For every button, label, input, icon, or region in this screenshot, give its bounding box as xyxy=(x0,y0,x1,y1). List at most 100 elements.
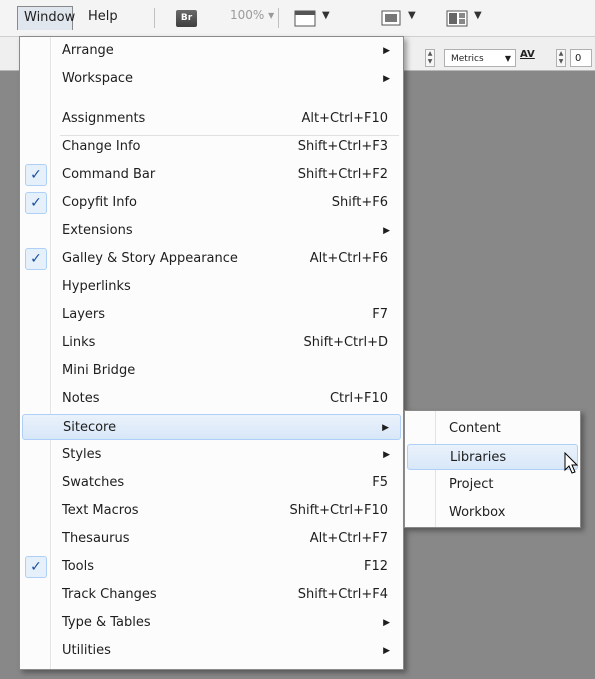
zoom-level[interactable]: 100% ▾ xyxy=(230,8,274,22)
submenu-item-content[interactable]: Content xyxy=(407,416,578,442)
menu-item-mini-bridge[interactable]: Mini Bridge xyxy=(22,358,401,384)
menu-item-utilities[interactable]: Utilities ▶ xyxy=(22,638,401,664)
toolbar-separator xyxy=(278,8,279,28)
menu-item-styles[interactable]: Styles ▶ xyxy=(22,442,401,468)
chevron-down-icon[interactable]: ▼ xyxy=(322,10,330,21)
menu-item-label: Links xyxy=(62,335,96,350)
checkmark-icon: ✓ xyxy=(25,192,47,214)
kerning-method-value: Metrics xyxy=(451,54,484,64)
chevron-down-icon[interactable]: ▼ xyxy=(474,10,482,21)
menu-item-notes[interactable]: Notes Ctrl+F10 xyxy=(22,386,401,412)
submenu-item-label: Libraries xyxy=(450,450,507,465)
zoom-value: 100% xyxy=(230,8,265,22)
screen-mode-icon[interactable] xyxy=(294,8,316,28)
menu-item-workspace[interactable]: Workspace ▶ xyxy=(22,66,401,92)
menu-item-shortcut: Shift+Ctrl+F3 xyxy=(297,139,388,154)
kerning-field[interactable]: 0 xyxy=(570,49,592,67)
menu-item-label: Layers xyxy=(62,307,106,322)
menu-item-galley-story-appearance[interactable]: ✓ Galley & Story Appearance Alt+Ctrl+F6 xyxy=(22,246,401,272)
menu-item-label: Notes xyxy=(62,391,100,406)
menu-item-text-macros[interactable]: Text Macros Shift+Ctrl+F10 xyxy=(22,498,401,524)
menu-item-shortcut: Shift+F6 xyxy=(331,195,388,210)
sitecore-submenu: Content Libraries Project Workbox xyxy=(404,410,581,528)
menu-item-shortcut: Shift+Ctrl+F2 xyxy=(297,167,388,182)
submenu-arrow-icon: ▶ xyxy=(383,46,390,56)
menu-item-assignments[interactable]: Assignments Alt+Ctrl+F10 xyxy=(22,106,401,132)
menu-item-shortcut: Shift+Ctrl+F4 xyxy=(297,587,388,602)
menu-item-links[interactable]: Links Shift+Ctrl+D xyxy=(22,330,401,356)
menu-item-track-changes[interactable]: Track Changes Shift+Ctrl+F4 xyxy=(22,582,401,608)
menu-item-thesaurus[interactable]: Thesaurus Alt+Ctrl+F7 xyxy=(22,526,401,552)
menu-item-label: Hyperlinks xyxy=(62,279,131,294)
menu-item-layers[interactable]: Layers F7 xyxy=(22,302,401,328)
toolbar-separator xyxy=(154,8,155,28)
menu-item-sitecore[interactable]: Sitecore ▶ xyxy=(22,414,401,440)
submenu-item-label: Project xyxy=(449,477,494,492)
chevron-down-icon: ▼ xyxy=(504,54,511,63)
menu-item-arrange[interactable]: Arrange ▶ xyxy=(22,38,401,64)
menu-item-label: Thesaurus xyxy=(62,531,130,546)
submenu-item-workbox[interactable]: Workbox xyxy=(407,500,578,526)
menu-item-label: Utilities xyxy=(62,643,111,658)
submenu-arrow-icon: ▶ xyxy=(382,423,389,433)
menu-item-label: Sitecore xyxy=(63,420,117,435)
submenu-item-label: Workbox xyxy=(449,505,506,520)
menu-item-shortcut: Alt+Ctrl+F10 xyxy=(301,111,388,126)
bridge-icon[interactable]: Br xyxy=(176,10,197,27)
menu-item-label: Copyfit Info xyxy=(62,195,137,210)
checkmark-icon: ✓ xyxy=(25,248,47,270)
menu-item-label: Workspace xyxy=(62,71,134,86)
chevron-down-icon[interactable]: ▼ xyxy=(408,10,416,21)
menu-help[interactable]: Help xyxy=(82,6,124,28)
menu-item-label: Styles xyxy=(62,447,102,462)
menu-item-command-bar[interactable]: ✓ Command Bar Shift+Ctrl+F2 xyxy=(22,162,401,188)
menu-window[interactable]: Window xyxy=(17,6,75,30)
submenu-arrow-icon: ▶ xyxy=(383,74,390,84)
menu-item-label: Text Macros xyxy=(62,503,139,518)
menu-item-label: Extensions xyxy=(62,223,133,238)
menu-item-shortcut: F12 xyxy=(363,559,388,574)
menu-item-shortcut: Alt+Ctrl+F6 xyxy=(309,251,388,266)
menu-item-shortcut: Alt+Ctrl+F7 xyxy=(309,531,388,546)
menu-item-label: Assignments xyxy=(62,111,146,126)
mouse-pointer-icon xyxy=(564,452,579,474)
menu-item-extensions[interactable]: Extensions ▶ xyxy=(22,218,401,244)
menu-item-copyfit-info[interactable]: ✓ Copyfit Info Shift+F6 xyxy=(22,190,401,216)
submenu-item-label: Content xyxy=(449,421,501,436)
submenu-item-libraries[interactable]: Libraries xyxy=(407,444,578,470)
menu-item-shortcut: Shift+Ctrl+F10 xyxy=(289,503,388,518)
menu-item-hyperlinks[interactable]: Hyperlinks xyxy=(22,274,401,300)
submenu-arrow-icon: ▶ xyxy=(383,646,390,656)
menu-bar: Window Help Br 100% ▾ ▼ ▼ ▼ xyxy=(0,0,595,37)
kerning-label: AV xyxy=(520,49,535,60)
submenu-arrow-icon: ▶ xyxy=(383,226,390,236)
tracking-stepper[interactable]: ▲ ▼ xyxy=(425,49,435,67)
menu-item-label: Type & Tables xyxy=(62,615,151,630)
view-options-icon[interactable] xyxy=(380,8,402,28)
menu-item-label: Track Changes xyxy=(62,587,157,602)
kerning-method-select[interactable]: Metrics ▼ xyxy=(444,49,516,67)
menu-item-change-info[interactable]: Change Info Shift+Ctrl+F3 xyxy=(22,134,401,160)
menu-item-label: Galley & Story Appearance xyxy=(62,251,238,266)
menu-item-tools[interactable]: ✓ Tools F12 xyxy=(22,554,401,580)
window-menu: Arrange ▶ Workspace ▶ Assignments Alt+Ctrl+F1… xyxy=(19,36,404,670)
menu-item-label: Mini Bridge xyxy=(62,363,136,378)
submenu-arrow-icon: ▶ xyxy=(383,618,390,628)
arrange-documents-icon[interactable] xyxy=(446,8,468,28)
menu-item-label: Tools xyxy=(62,559,95,574)
menu-item-shortcut: F5 xyxy=(372,475,388,490)
checkmark-icon: ✓ xyxy=(25,164,47,186)
checkmark-icon: ✓ xyxy=(25,556,47,578)
menu-item-shortcut: Ctrl+F10 xyxy=(329,391,388,406)
menu-item-label: Arrange xyxy=(62,43,114,58)
menu-item-shortcut: F7 xyxy=(372,307,388,322)
menu-item-swatches[interactable]: Swatches F5 xyxy=(22,470,401,496)
submenu-item-project[interactable]: Project xyxy=(407,472,578,498)
submenu-arrow-icon: ▶ xyxy=(383,450,390,460)
menu-item-label: Command Bar xyxy=(62,167,156,182)
menu-item-shortcut: Shift+Ctrl+D xyxy=(303,335,388,350)
menu-item-label: Change Info xyxy=(62,139,141,154)
menu-item-label: Swatches xyxy=(62,475,125,490)
kerning-stepper[interactable]: ▲ ▼ xyxy=(556,49,566,67)
menu-item-type-tables[interactable]: Type & Tables ▶ xyxy=(22,610,401,636)
